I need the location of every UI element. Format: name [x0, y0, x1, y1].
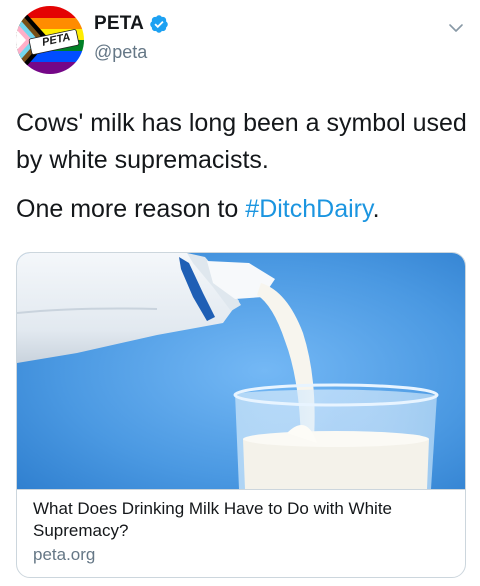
card-domain: peta.org: [33, 545, 96, 564]
link-card[interactable]: What Does Drinking Milk Have to Do with …: [16, 252, 466, 578]
card-title[interactable]: What Does Drinking Milk Have to Do with …: [33, 498, 451, 542]
tweet[interactable]: PETA PETA @peta Cows' milk has long been…: [0, 0, 480, 586]
hashtag-link[interactable]: #DitchDairy: [245, 195, 372, 223]
tweet-text: Cows' milk has long been a symbol used b…: [16, 105, 468, 228]
card-body: What Does Drinking Milk Have to Do with …: [17, 489, 465, 577]
handle[interactable]: @peta: [94, 42, 169, 63]
tweet-text-line1: Cows' milk has long been a symbol used b…: [16, 109, 467, 174]
tweet-text-prefix: One more reason to: [16, 195, 246, 223]
tweet-text-line2: One more reason to #DitchDairy.: [16, 191, 468, 228]
name-row: PETA: [94, 12, 169, 36]
author-info: PETA @peta: [94, 12, 169, 63]
avatar[interactable]: PETA: [16, 6, 84, 74]
verified-badge-icon: [150, 15, 168, 33]
tweet-text-suffix: .: [372, 195, 380, 223]
card-image: [17, 253, 465, 489]
chevron-down-icon[interactable]: [448, 20, 464, 36]
display-name[interactable]: PETA: [94, 13, 144, 35]
